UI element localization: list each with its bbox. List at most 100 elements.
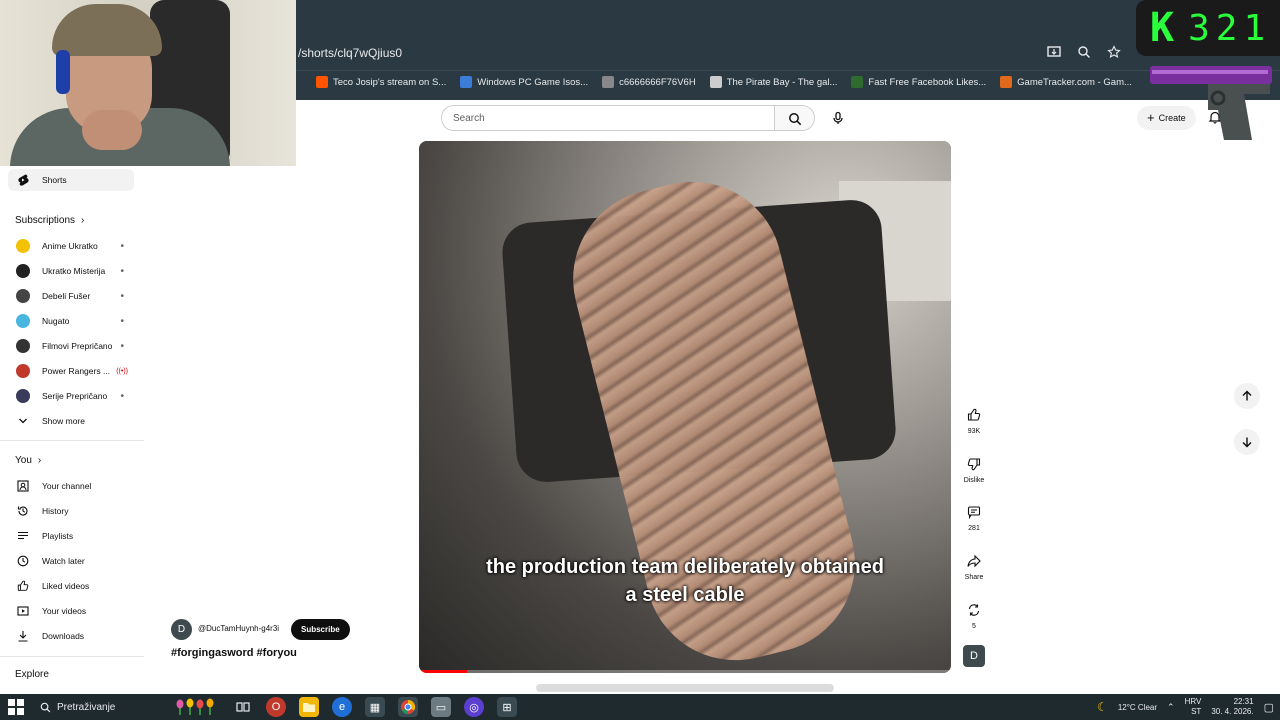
subscriptions-header[interactable]: Subscriptions ›	[15, 215, 84, 226]
tulips-widget-icon[interactable]	[176, 697, 220, 717]
video-progress-bar[interactable]	[419, 670, 951, 673]
language-indicator[interactable]: HRV ST	[1185, 697, 1202, 717]
moon-icon: ☾	[1097, 700, 1108, 714]
voice-search-button[interactable]	[826, 106, 850, 130]
gamepad-icon[interactable]: ⊞	[497, 697, 517, 717]
zoom-icon[interactable]	[1076, 44, 1092, 60]
subscriptions-title: Subscriptions	[15, 215, 76, 226]
subscription-item[interactable]: Debeli Fušer •	[8, 285, 134, 307]
chevron-up-icon[interactable]: ⌃	[1167, 702, 1175, 713]
search-icon	[788, 113, 801, 126]
video-progress-fill	[419, 670, 467, 673]
channel-avatar[interactable]: D	[171, 619, 192, 640]
clock[interactable]: 22:31 30. 4. 2026.	[1211, 697, 1253, 717]
bookmark-label: c6666666F76V6H	[619, 76, 696, 88]
subscription-item[interactable]: Anime Ukratko •	[8, 235, 134, 257]
share-button[interactable]: Share	[962, 550, 986, 581]
subscribe-button[interactable]: Subscribe	[291, 619, 350, 640]
screen: /shorts/clq7wQjius0 Teco Josip's stream …	[0, 0, 1280, 720]
taskbar-search[interactable]: Pretraživanje	[32, 694, 166, 720]
chrome-icon[interactable]	[398, 697, 418, 717]
subscription-item[interactable]: Ukratko Misterija •	[8, 260, 134, 282]
you-title: You	[15, 455, 32, 466]
channel-avatar	[16, 389, 30, 403]
shorts-video-player[interactable]: the production team deliberately obtaine…	[419, 141, 951, 673]
sidebar-item-liked-videos[interactable]: Liked videos	[8, 575, 134, 597]
subscription-label: Ukratko Misterija	[42, 266, 106, 276]
bookmark-item[interactable]: GameTracker.com - Gam...	[1000, 76, 1132, 88]
explorer-window-icon[interactable]: ▭	[431, 697, 451, 717]
bookmark-label: Fast Free Facebook Likes...	[868, 76, 987, 88]
score-letter: K	[1150, 5, 1175, 51]
weather-text[interactable]: 12°C Clear	[1118, 703, 1157, 712]
video-title[interactable]: #forgingasword #foryou	[171, 647, 297, 659]
sidebar-item-playlists[interactable]: Playlists	[8, 525, 134, 547]
share-icon	[963, 550, 985, 572]
dislike-label: Dislike	[963, 477, 985, 484]
bookmark-item[interactable]: c6666666F76V6H	[602, 76, 696, 88]
dislike-button[interactable]: Dislike	[962, 453, 986, 484]
new-content-dot-icon: •	[120, 290, 124, 302]
subscription-item[interactable]: Serije Prepričano •	[8, 385, 134, 407]
bookmark-favicon-icon	[316, 76, 328, 88]
sidebar-item-label: Downloads	[42, 631, 85, 641]
channel-thumbnail-button[interactable]: D	[962, 645, 986, 667]
sidebar-item-label: Watch later	[42, 556, 85, 566]
sidebar-item-label: Playlists	[42, 531, 74, 541]
edge-icon[interactable]: e	[332, 697, 352, 717]
bookmark-item[interactable]: The Pirate Bay - The gal...	[709, 76, 837, 88]
new-content-dot-icon: •	[120, 315, 124, 327]
app-icon[interactable]: ◎	[464, 697, 484, 717]
new-content-dot-icon: •	[120, 390, 124, 402]
channel-thumbnail: D	[963, 645, 985, 667]
bookmark-star-icon[interactable]	[1106, 44, 1122, 60]
search-input[interactable]	[442, 106, 774, 130]
video-icon	[16, 604, 30, 618]
subscription-item[interactable]: Filmovi Prepričano •	[8, 335, 134, 357]
subscription-label: Power Rangers ...	[42, 366, 111, 376]
sidebar-item-shorts[interactable]: Shorts	[8, 169, 134, 191]
previous-short-button[interactable]	[1234, 383, 1260, 409]
url-text[interactable]: /shorts/clq7wQjius0	[298, 46, 402, 60]
you-header[interactable]: You ›	[15, 455, 41, 466]
sidebar-item-downloads[interactable]: Downloads	[8, 625, 134, 647]
install-app-icon[interactable]	[1046, 44, 1062, 60]
bookmark-favicon-icon	[602, 76, 615, 88]
next-short-button[interactable]	[1234, 429, 1260, 455]
sidebar: Shorts Subscriptions › Anime Ukratko • Ukr…	[0, 166, 144, 694]
share-label: Share	[964, 574, 984, 581]
sidebar-item-your-videos[interactable]: Your videos	[8, 600, 134, 622]
bookmark-favicon-icon	[709, 76, 722, 88]
calculator-icon[interactable]: ▦	[365, 697, 385, 717]
live-indicator-icon: ((•))	[116, 367, 128, 375]
subscription-item[interactable]: Power Rangers ... ((•))	[8, 360, 134, 382]
remix-button[interactable]: 5	[962, 599, 986, 630]
channel-name[interactable]: @DucTamHuynh-g4r3i	[198, 624, 279, 633]
sidebar-item-watch-later[interactable]: Watch later	[8, 550, 134, 572]
opera-icon[interactable]: O	[266, 697, 286, 717]
show-more-label: Show more	[42, 416, 85, 426]
show-more-button[interactable]: Show more	[8, 410, 134, 432]
windows-start-icon[interactable]	[8, 699, 24, 715]
file-explorer-icon[interactable]	[299, 697, 319, 717]
horizontal-scrollbar[interactable]	[536, 684, 834, 692]
subscription-item[interactable]: Nugato •	[8, 310, 134, 332]
bookmark-item[interactable]: Windows PC Game Isos...	[460, 76, 588, 88]
comments-button[interactable]: 281	[962, 501, 986, 532]
bookmark-label: Windows PC Game Isos...	[477, 76, 589, 88]
bookmark-item[interactable]: Fast Free Facebook Likes...	[851, 76, 986, 88]
task-view-icon[interactable]	[233, 697, 253, 717]
playlist-icon	[16, 529, 30, 543]
like-count: 93K	[967, 428, 981, 435]
thumb-down-icon	[963, 453, 985, 475]
remix-icon	[963, 599, 985, 621]
channel-avatar	[16, 239, 30, 253]
bookmark-item[interactable]: Teco Josip's stream on S...	[316, 76, 446, 88]
subscription-label: Anime Ukratko	[42, 241, 98, 251]
notification-icon[interactable]: ▢	[1264, 701, 1274, 714]
search-button[interactable]	[774, 106, 814, 130]
like-button[interactable]: 93K	[962, 404, 986, 435]
sidebar-item-your-channel[interactable]: Your channel	[8, 475, 134, 497]
sidebar-item-history[interactable]: History	[8, 500, 134, 522]
explore-header: Explore	[15, 669, 49, 680]
